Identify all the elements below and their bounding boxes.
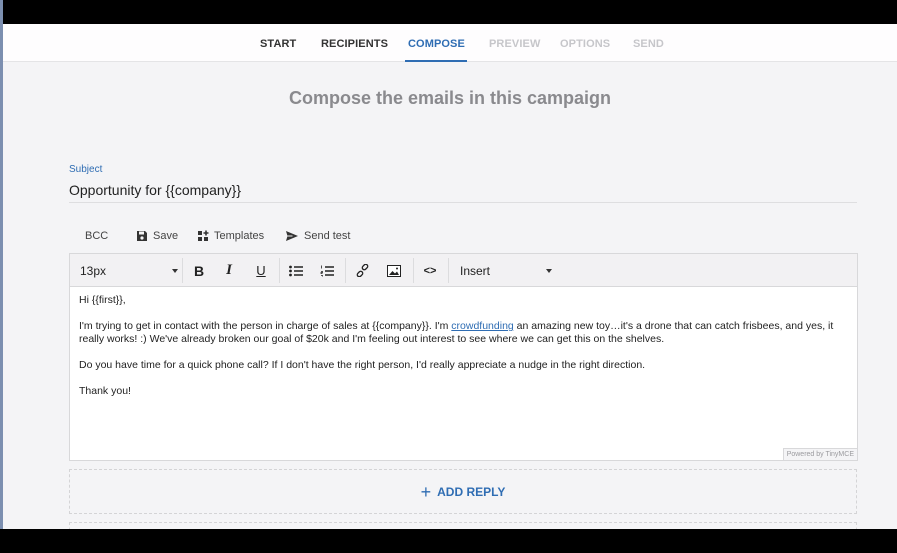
send-test-label: Send test xyxy=(304,230,351,242)
campaign-app: START RECIPIENTS COMPOSE PREVIEW OPTIONS… xyxy=(3,24,897,529)
add-reply-button[interactable]: + ADD REPLY xyxy=(69,469,857,514)
step-preview[interactable]: PREVIEW xyxy=(489,38,540,50)
bullet-list-icon xyxy=(289,265,303,276)
closing-line: Thank you! xyxy=(79,385,131,397)
font-size-select[interactable]: 13px xyxy=(80,254,178,287)
email-editor: 13px B I U <> Insert Hi {{first}}, I'm t… xyxy=(69,253,858,461)
save-button[interactable]: Save xyxy=(136,225,178,247)
toolbar-divider xyxy=(182,258,183,283)
next-email-block xyxy=(69,522,857,529)
screen-bottom-bar xyxy=(0,529,897,553)
underline-icon: U xyxy=(256,263,266,278)
step-recipients[interactable]: RECIPIENTS xyxy=(321,38,388,50)
crowdfunding-link[interactable]: crowdfunding xyxy=(451,320,513,332)
bullet-list-button[interactable] xyxy=(285,254,307,287)
templates-icon xyxy=(198,230,209,241)
step-send[interactable]: SEND xyxy=(633,38,664,50)
email-body[interactable]: Hi {{first}}, I'm trying to get in conta… xyxy=(79,294,854,411)
editor-toolbar: 13px B I U <> Insert xyxy=(70,254,857,287)
bold-button[interactable]: B xyxy=(188,254,210,287)
active-step-indicator xyxy=(405,60,467,62)
send-test-button[interactable]: Send test xyxy=(285,225,350,247)
send-icon xyxy=(286,231,298,241)
templates-button[interactable]: Templates xyxy=(197,225,264,247)
italic-icon: I xyxy=(226,262,232,278)
chevron-down-icon xyxy=(172,268,178,273)
powered-by-tinymce[interactable]: Powered by TinyMCE xyxy=(782,448,858,461)
link-icon xyxy=(356,264,368,277)
source-code-icon: <> xyxy=(423,264,437,277)
source-code-button[interactable]: <> xyxy=(419,254,441,287)
screen-top-bar xyxy=(0,0,897,24)
greeting-line: Hi {{first}}, xyxy=(79,294,126,306)
templates-label: Templates xyxy=(214,230,265,242)
image-button[interactable] xyxy=(383,254,405,287)
add-reply-label: ADD REPLY xyxy=(437,484,506,499)
numbered-list-button[interactable] xyxy=(316,254,338,287)
body-paragraph: Do you have time for a quick phone call?… xyxy=(79,359,646,371)
bold-icon: B xyxy=(193,262,205,279)
step-compose[interactable]: COMPOSE xyxy=(408,38,465,50)
step-options[interactable]: OPTIONS xyxy=(560,38,610,50)
subject-label: Subject xyxy=(69,164,103,175)
underline-button[interactable]: U xyxy=(250,254,272,287)
subject-input[interactable] xyxy=(69,178,857,203)
page-title: Compose the emails in this campaign xyxy=(288,88,612,108)
insert-menu[interactable]: Insert xyxy=(460,254,552,287)
link-button[interactable] xyxy=(351,254,373,287)
numbered-list-icon xyxy=(320,265,334,276)
toolbar-divider xyxy=(413,258,414,283)
save-label: Save xyxy=(153,230,179,242)
toolbar-divider xyxy=(345,258,346,283)
bcc-button[interactable]: BCC xyxy=(85,225,108,247)
step-start[interactable]: START xyxy=(260,38,296,50)
toolbar-divider xyxy=(448,258,449,283)
campaign-stepper: START RECIPIENTS COMPOSE PREVIEW OPTIONS… xyxy=(3,24,897,62)
bcc-label: BCC xyxy=(85,230,109,242)
body-paragraph: I'm trying to get in contact with the pe… xyxy=(79,320,854,346)
chevron-down-icon xyxy=(546,268,552,273)
body-text-segment: I'm trying to get in contact with the pe… xyxy=(79,320,452,332)
italic-button[interactable]: I xyxy=(218,254,240,287)
image-icon xyxy=(387,264,401,277)
plus-icon: + xyxy=(420,481,432,502)
insert-label: Insert xyxy=(460,263,491,278)
save-icon xyxy=(137,231,147,241)
toolbar-divider xyxy=(279,258,280,283)
font-size-value: 13px xyxy=(80,263,107,278)
